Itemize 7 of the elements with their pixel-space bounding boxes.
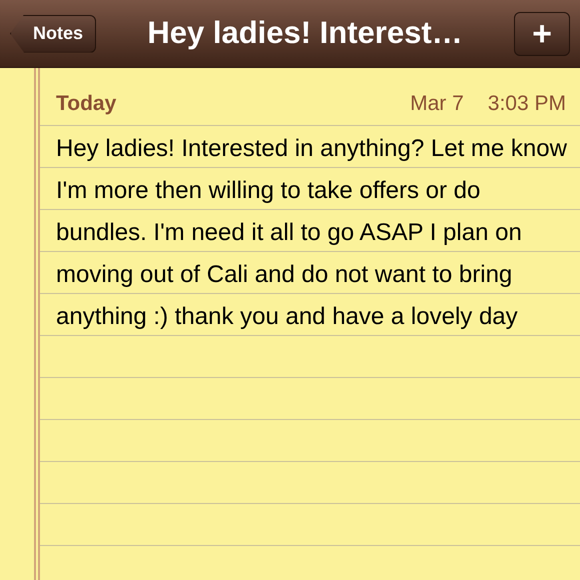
note-day: Today — [56, 88, 116, 119]
back-button[interactable]: Notes — [10, 14, 96, 52]
window-title: Hey ladies! Interest… — [146, 14, 464, 52]
note-time: 3:03 PM — [488, 90, 566, 116]
note-date: Mar 7 — [410, 90, 464, 116]
note-body: Hey ladies! Interested in anything? Let me know I'm more then willing to take offers or do bundles. I'm need it all to go ASAP I plan on moving out of Cali and do not want to bring anything :) thank you and have a lovely day — [56, 134, 568, 332]
add-button[interactable]: + — [514, 12, 570, 56]
